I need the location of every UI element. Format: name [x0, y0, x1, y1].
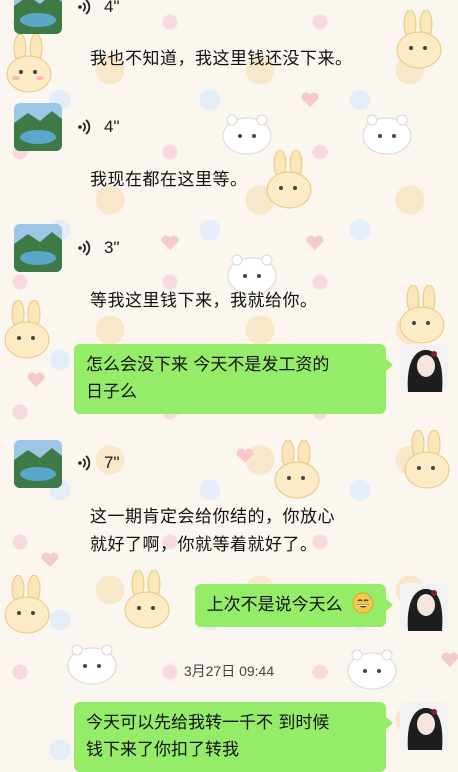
message-text-line: 日子么 [86, 382, 137, 402]
lake-landscape-icon [14, 224, 62, 272]
transcript-line: 这一期肯定会给你结的，你放心 [90, 507, 335, 527]
contact-avatar[interactable] [14, 440, 62, 488]
message-text-line: 怎么会没下来 今天不是发工资的 [86, 355, 330, 375]
my-avatar[interactable] [400, 344, 448, 392]
message-text-line: 今天可以先给我转一千不 到时候 [86, 713, 330, 733]
voice-transcript: 我现在都在这里等。 [90, 170, 248, 190]
voice-transcript: 我也不知道，我这里钱还没下来。 [90, 49, 353, 69]
voice-duration: 4" [104, 0, 120, 16]
lake-landscape-icon [14, 103, 62, 151]
girl-portrait-icon [400, 583, 448, 631]
message-text-line: 钱下来了你扣了转我 [86, 740, 239, 760]
girl-portrait-icon [400, 702, 448, 750]
voice-message[interactable]: 4" [76, 0, 120, 20]
voice-wave-icon [78, 0, 91, 15]
girl-portrait-icon [400, 344, 448, 392]
voice-wave-icon [78, 240, 91, 256]
outgoing-message-bubble[interactable]: 上次不是说今天么 [194, 584, 394, 627]
voice-message[interactable]: 3" [76, 235, 120, 261]
voice-transcript: 等我这里钱下来，我就给你。 [90, 291, 318, 311]
my-avatar[interactable] [400, 583, 448, 631]
lake-landscape-icon [14, 440, 62, 488]
grinning-sweat-emoji-icon [352, 592, 374, 614]
voice-message[interactable]: 7" [76, 450, 120, 476]
outgoing-message-bubble[interactable]: 怎么会没下来 今天不是发工资的 日子么 [74, 344, 393, 414]
lake-landscape-icon [14, 0, 62, 34]
message-timestamp: 3月27日 09:44 [183, 663, 275, 679]
voice-duration: 3" [104, 238, 120, 257]
message-text: 上次不是说今天么 [206, 595, 343, 615]
voice-message[interactable]: 4" [76, 114, 120, 140]
transcript-line: 就好了啊，你就等着就好了。 [90, 535, 318, 555]
voice-duration: 4" [104, 117, 120, 136]
my-avatar[interactable] [400, 702, 448, 750]
contact-avatar[interactable] [14, 103, 62, 151]
contact-avatar[interactable] [14, 0, 62, 34]
voice-transcript: 这一期肯定会给你结的，你放心 就好了啊，你就等着就好了。 [90, 503, 335, 559]
outgoing-message-bubble[interactable]: 今天可以先给我转一千不 到时候 钱下来了你扣了转我 [74, 702, 393, 772]
voice-duration: 7" [104, 453, 120, 472]
voice-wave-icon [78, 119, 91, 135]
contact-avatar[interactable] [14, 224, 62, 272]
voice-wave-icon [78, 455, 91, 471]
